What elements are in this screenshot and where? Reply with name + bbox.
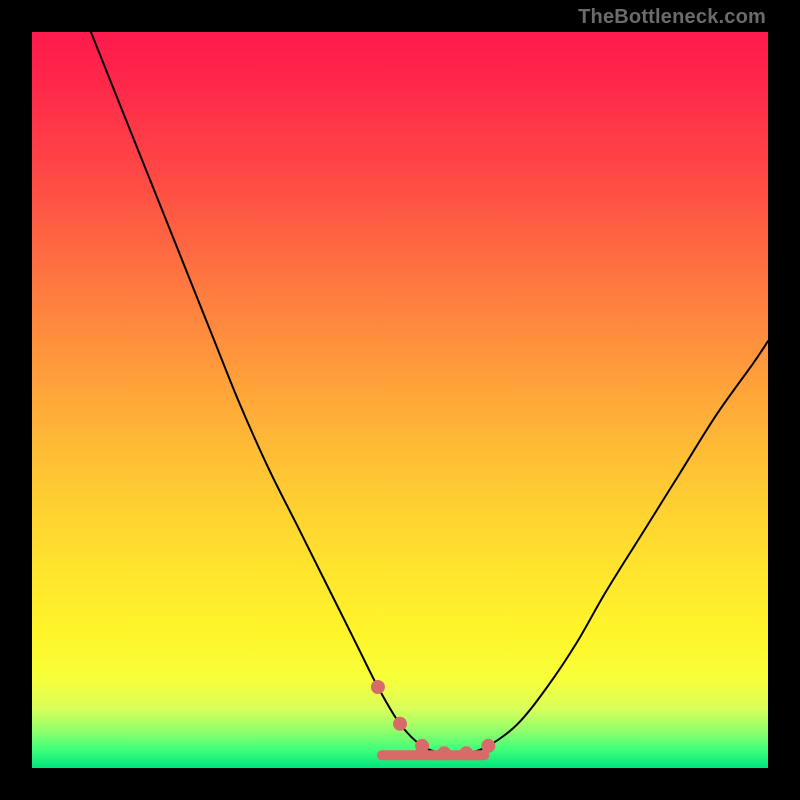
chart-svg [32, 32, 768, 768]
chart-frame [32, 32, 768, 768]
plateau-marker-dot [371, 680, 385, 694]
plateau-marker-dot [459, 746, 473, 760]
plateau-marker-dot [481, 739, 495, 753]
plateau-marker-dot [393, 717, 407, 731]
plateau-marker-dot [437, 746, 451, 760]
plateau-marker-dot [415, 739, 429, 753]
bottleneck-curve [91, 32, 768, 754]
attribution-text: TheBottleneck.com [578, 6, 766, 29]
plateau-markers [371, 680, 495, 760]
